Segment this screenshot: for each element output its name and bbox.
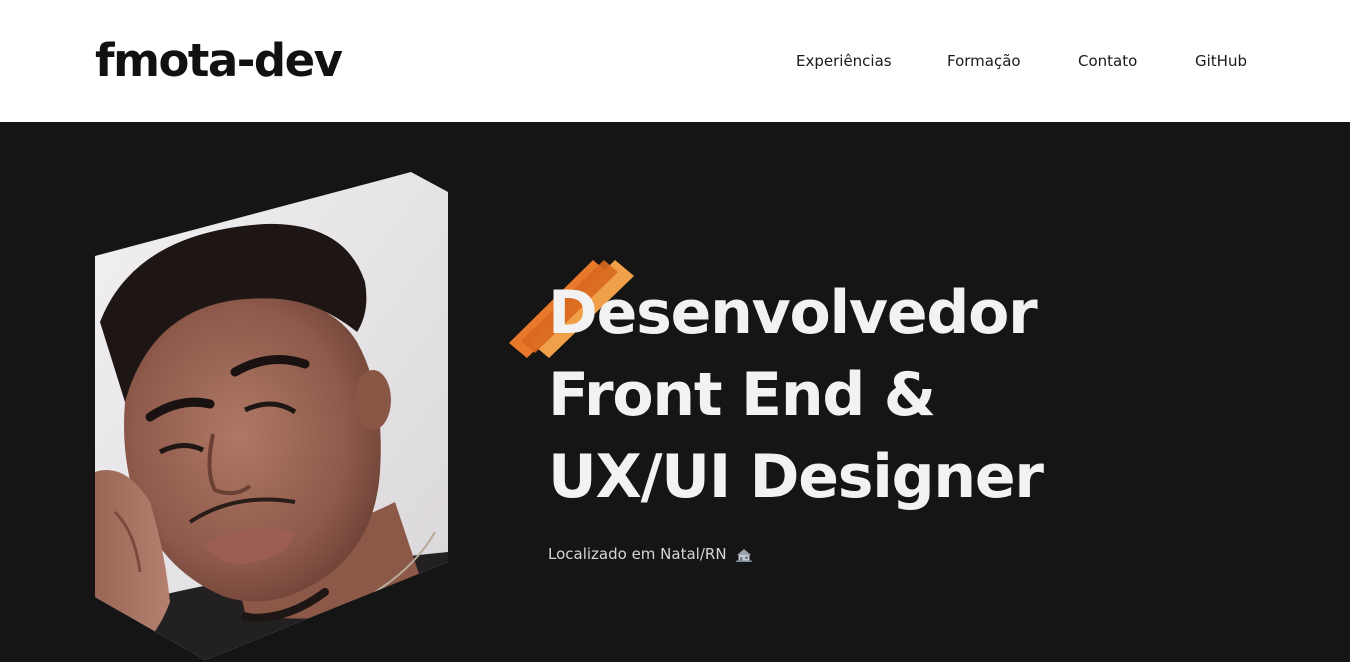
house-icon [736,548,753,562]
headline-line-1: Desenvolvedor [548,278,1038,348]
hero-headline: Desenvolvedor Front End & UX/UI Designer [548,272,1108,518]
main-nav: Experiências Formação Contato GitHub [0,50,1350,74]
nav-link-github[interactable]: GitHub [1195,50,1247,72]
location-label: Localizado em Natal/RN [548,545,727,563]
site-header: fmota-dev Experiências Formação Contato … [0,0,1350,122]
nav-link-contato[interactable]: Contato [1078,50,1137,72]
headline-line-3: UX/UI Designer [548,442,1044,512]
profile-photo [95,172,448,660]
nav-link-formacao[interactable]: Formação [947,50,1021,72]
location-text: Localizado em Natal/RN [548,543,753,565]
hero-section: Desenvolvedor Front End & UX/UI Designer… [0,122,1350,662]
nav-link-experiencias[interactable]: Experiências [796,50,892,72]
headline-line-2: Front End & [548,360,936,430]
